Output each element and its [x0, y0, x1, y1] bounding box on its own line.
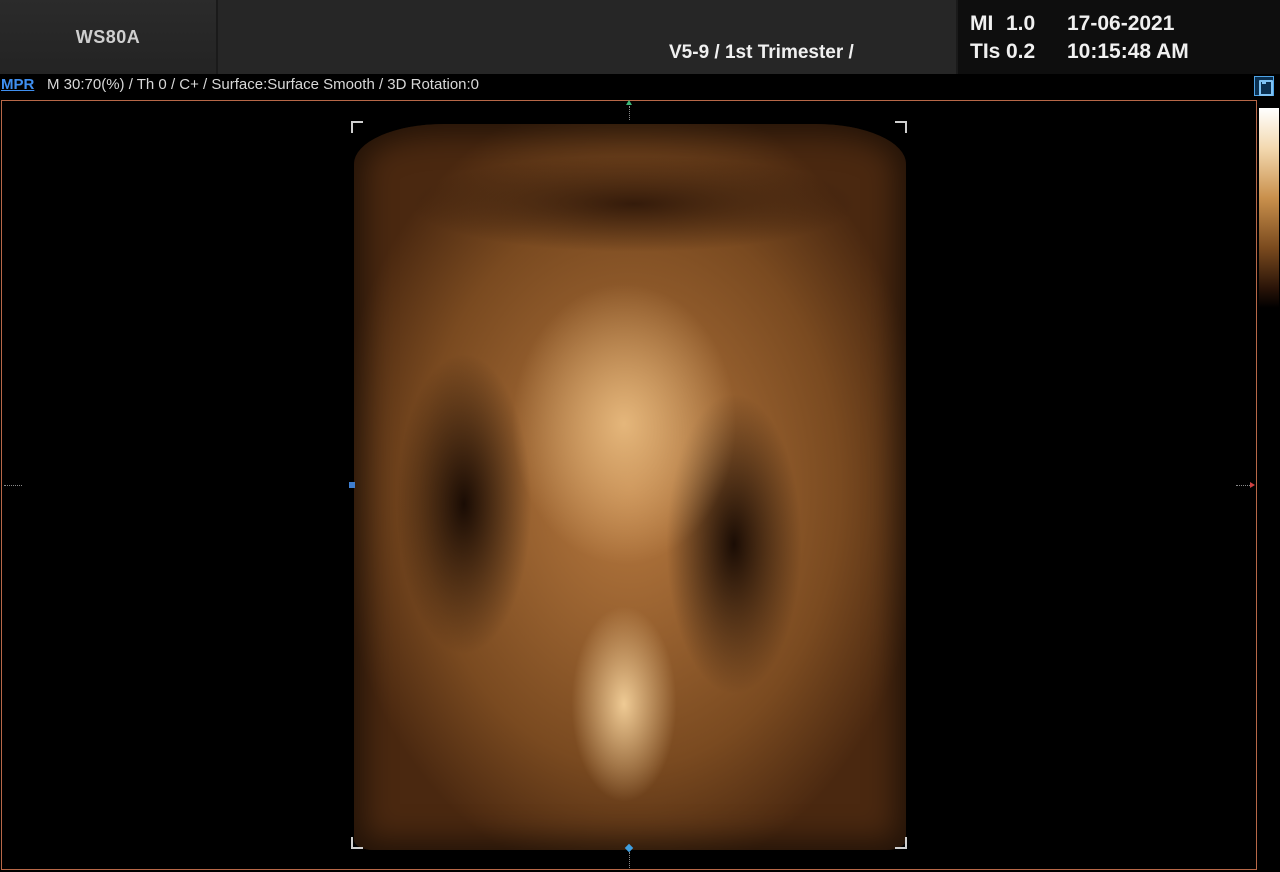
mpr-mode-link[interactable]: MPR: [1, 76, 34, 93]
right-guide-line: [1236, 485, 1250, 486]
left-axis-marker[interactable]: [349, 482, 355, 488]
color-map-bar: [1259, 108, 1279, 308]
tis-value: 0.2: [1006, 40, 1036, 63]
top-header: WS80A V5-9 / 1st Trimester / MI 1.0 TIs …: [0, 0, 1280, 74]
mi-label: MI: [970, 12, 994, 35]
top-axis-marker[interactable]: [626, 100, 632, 105]
3d-volume-render[interactable]: [354, 124, 906, 850]
info-panel: MI 1.0 TIs 0.2 17-06-2021 10:15:48 AM: [958, 0, 1280, 74]
roi-corner-bottom-right[interactable]: [895, 837, 907, 849]
bottom-guide-line: [629, 852, 630, 868]
exam-date: 17-06-2021: [1067, 12, 1175, 35]
left-guide-line: [4, 485, 22, 486]
save-icon[interactable]: [1254, 76, 1274, 96]
render-status-bar: MPR M 30:70(%) / Th 0 / C+ / Surface:Sur…: [0, 74, 1280, 98]
preset-panel: V5-9 / 1st Trimester /: [218, 0, 956, 74]
top-guide-line: [629, 106, 630, 120]
roi-corner-top-left[interactable]: [351, 121, 363, 133]
mi-value: 1.0: [1006, 12, 1036, 35]
device-logo: WS80A: [75, 26, 141, 47]
exam-time: 10:15:48 AM: [1067, 40, 1189, 63]
tis-label: TIs: [970, 40, 1001, 63]
logo-panel: WS80A: [0, 0, 216, 74]
roi-corner-bottom-left[interactable]: [351, 837, 363, 849]
probe-preset: V5-9 / 1st Trimester /: [669, 42, 854, 63]
render-params: M 30:70(%) / Th 0 / C+ / Surface:Surface…: [47, 76, 480, 93]
right-axis-marker[interactable]: [1250, 482, 1255, 488]
roi-corner-top-right[interactable]: [895, 121, 907, 133]
